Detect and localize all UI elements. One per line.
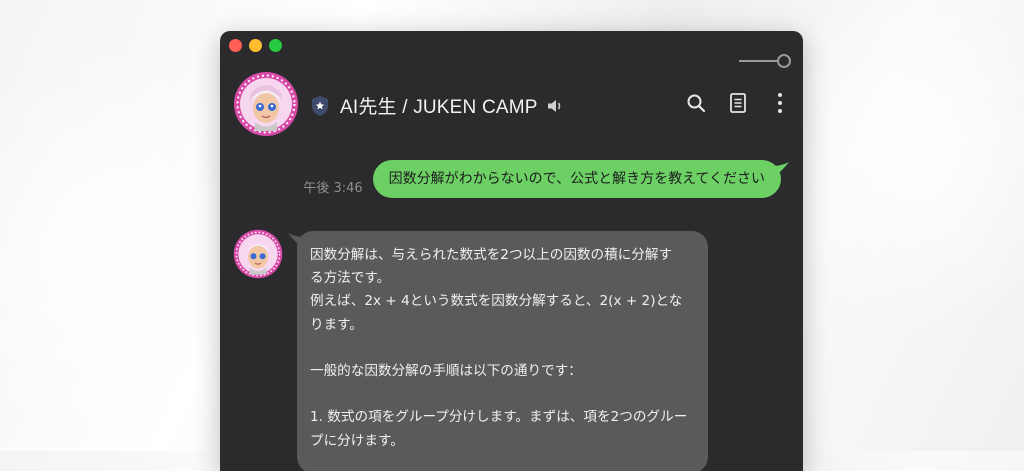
- incoming-line: [310, 337, 694, 360]
- search-icon[interactable]: [685, 91, 707, 115]
- bubble-tail: [773, 162, 789, 176]
- incoming-bubble[interactable]: 因数分解は、与えられた数式を2つ以上の因数の積に分解す る方法です。 例えば、2…: [288, 231, 708, 471]
- minimize-window-button[interactable]: [249, 39, 262, 52]
- outgoing-text: 因数分解がわからないので、公式と解き方を教えてください: [388, 171, 765, 187]
- shield-star-icon: [312, 95, 328, 116]
- chat-area[interactable]: 午後 3:46 因数分解がわからないので、公式と解き方を教えてください 因数分解…: [220, 143, 803, 471]
- incoming-line: 因数分解は、与えられた数式を2つ以上の因数の積に分解す: [310, 247, 673, 263]
- incoming-line: 例えば、2x + 4という数式を因数分解すると、2(x + 2)とな: [310, 293, 683, 310]
- window-controls: [229, 39, 282, 52]
- bot-avatar-small[interactable]: [233, 229, 283, 279]
- notes-icon[interactable]: [727, 91, 749, 115]
- bot-avatar[interactable]: [233, 71, 299, 137]
- incoming-line: プに分けます。: [310, 432, 404, 449]
- incoming-line: 1. 数式の項をグループ分けします。まずは、項を2つのグルー: [310, 409, 688, 426]
- incoming-line: 一般的な因数分解の手順は以下の通りです：: [310, 363, 582, 380]
- chat-window: AI先生 / JUKEN CAMP 午後 3:46 因数分解がわからないので、公…: [220, 31, 803, 471]
- chat-title: AI先生 / JUKEN CAMP: [340, 97, 538, 118]
- close-window-button[interactable]: [229, 39, 242, 52]
- incoming-line: [310, 383, 694, 406]
- speaker-icon[interactable]: [546, 97, 564, 115]
- incoming-line: ります。: [310, 316, 364, 333]
- bubble-tail: [288, 233, 304, 247]
- chat-header: AI先生 / JUKEN CAMP: [232, 71, 791, 143]
- incoming-line: る方法です。: [310, 270, 391, 287]
- slider-knob[interactable]: [777, 54, 791, 68]
- message-time: 午後 3:46: [303, 181, 363, 196]
- outgoing-message: 午後 3:46 因数分解がわからないので、公式と解き方を教えてください: [303, 160, 789, 198]
- slider-toggle[interactable]: [739, 54, 791, 68]
- outgoing-bubble[interactable]: 因数分解がわからないので、公式と解き方を教えてください: [372, 160, 789, 198]
- zoom-window-button[interactable]: [269, 39, 282, 52]
- more-vertical-icon[interactable]: [769, 91, 791, 115]
